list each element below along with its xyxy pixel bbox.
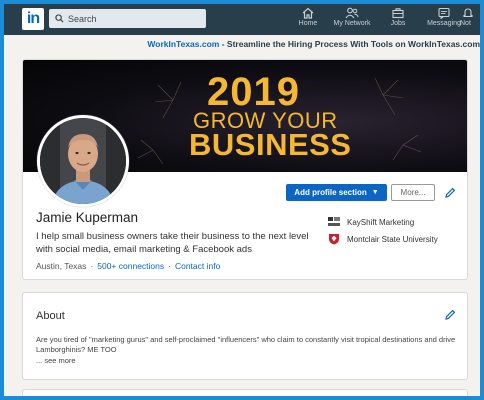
about-title: About bbox=[36, 310, 65, 322]
banner-line2: BUSINESS bbox=[189, 127, 352, 162]
company-logo-icon bbox=[328, 217, 340, 226]
edit-about-pencil-icon[interactable] bbox=[444, 309, 456, 321]
profile-headline: I help small business owners take their … bbox=[36, 231, 309, 255]
linkedin-logo[interactable]: in bbox=[22, 8, 44, 30]
education-school[interactable]: Montclair State University bbox=[328, 233, 438, 245]
app-window: in Home My Network bbox=[4, 4, 480, 396]
profile-photo bbox=[40, 118, 126, 204]
nav-notifications-label: Not bbox=[460, 20, 471, 27]
caret-down-icon: ▼ bbox=[371, 189, 379, 196]
banner-year: 2019 bbox=[207, 70, 300, 114]
university-logo-icon bbox=[329, 234, 339, 245]
promo-text: - Streamline the Hiring Process With Too… bbox=[219, 39, 480, 49]
nav-my-network[interactable]: My Network bbox=[330, 7, 374, 27]
top-nav: in Home My Network bbox=[4, 4, 480, 35]
search-icon bbox=[55, 14, 64, 23]
contact-info-link[interactable]: Contact info bbox=[175, 261, 220, 271]
add-profile-section-label: Add profile section bbox=[294, 188, 367, 197]
connections-link[interactable]: 500+ connections bbox=[97, 261, 164, 271]
meta-separator: · bbox=[90, 261, 94, 271]
edit-intro-pencil-icon[interactable] bbox=[444, 187, 456, 199]
about-card: About Are you tired of "marketing gurus"… bbox=[22, 292, 468, 380]
promo-banner[interactable]: WorkInTexas.com - Streamline the Hiring … bbox=[147, 39, 480, 49]
network-icon bbox=[345, 7, 359, 19]
nav-home[interactable]: Home bbox=[286, 7, 330, 27]
profile-location: Austin, Texas bbox=[36, 261, 87, 271]
company-name: KayShift Marketing bbox=[347, 217, 415, 227]
nav-messaging-label: Messaging bbox=[427, 20, 461, 27]
school-name: Montclair State University bbox=[347, 234, 438, 244]
nav-jobs-label: Jobs bbox=[390, 20, 406, 27]
promo-link[interactable]: WorkInTexas.com bbox=[147, 39, 219, 49]
search-input[interactable] bbox=[68, 13, 198, 24]
messaging-icon bbox=[438, 7, 450, 19]
see-more-link[interactable]: ... see more bbox=[36, 356, 76, 365]
add-profile-section-button[interactable]: Add profile section ▼ bbox=[286, 184, 387, 201]
next-section-card bbox=[22, 389, 468, 396]
profile-card: 2019 GROW YOUR BUSINESS Add profile sect… bbox=[22, 59, 468, 280]
profile-meta: Austin, Texas · 500+ connections · Contact i… bbox=[36, 261, 220, 271]
nav-jobs[interactable]: Jobs bbox=[376, 7, 420, 27]
nav-notifications[interactable]: Not bbox=[460, 7, 480, 27]
nav-home-label: Home bbox=[298, 20, 318, 27]
meta-separator: · bbox=[168, 261, 171, 271]
about-text: Are you tired of "marketing gurus" and s… bbox=[36, 335, 456, 354]
bell-icon bbox=[463, 8, 473, 18]
home-icon bbox=[302, 7, 314, 19]
more-button[interactable]: More... bbox=[391, 184, 435, 201]
profile-name: Jamie Kuperman bbox=[36, 210, 139, 225]
search-box[interactable] bbox=[49, 9, 206, 28]
nav-my-network-label: My Network bbox=[333, 20, 371, 27]
avatar[interactable] bbox=[37, 115, 129, 207]
briefcase-icon bbox=[392, 8, 404, 19]
current-company[interactable]: KayShift Marketing bbox=[328, 216, 414, 228]
